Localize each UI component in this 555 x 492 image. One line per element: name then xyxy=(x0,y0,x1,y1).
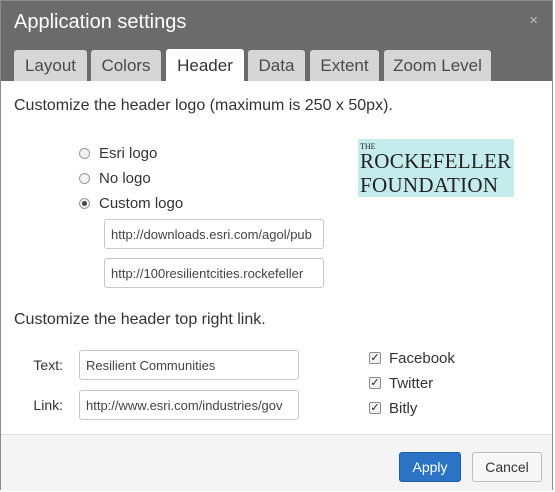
radio-button[interactable] xyxy=(79,197,90,209)
tab-layout[interactable]: Layout xyxy=(14,50,87,81)
cancel-button[interactable]: Cancel xyxy=(472,452,542,482)
logo-link-input[interactable] xyxy=(104,258,324,288)
dialog-footer: Apply Cancel xyxy=(1,434,552,491)
radio-button[interactable] xyxy=(79,172,90,184)
logo-url-input[interactable] xyxy=(104,219,324,249)
radio-no-logo[interactable]: No logo xyxy=(79,168,151,188)
tab-zoom-level[interactable]: Zoom Level xyxy=(384,50,491,81)
tab-colors[interactable]: Colors xyxy=(91,50,161,81)
checkbox-label: Twitter xyxy=(389,374,434,392)
radio-label: Custom logo xyxy=(99,194,184,212)
radio-label: Esri logo xyxy=(99,144,158,162)
dialog-titlebar: Application settings × Layout Colors Hea… xyxy=(1,1,552,82)
radio-esri-logo[interactable]: Esri logo xyxy=(79,143,157,163)
checkbox-facebook[interactable]: ✓ Facebook xyxy=(369,348,455,368)
tab-header[interactable]: Header xyxy=(166,49,244,82)
radio-button[interactable] xyxy=(79,147,90,159)
link-text-input[interactable] xyxy=(79,350,299,380)
logo-preview-line1: ROCKEFELLER xyxy=(360,149,512,173)
checkbox-label: Bitly xyxy=(389,399,418,417)
logo-preview: THE ROCKEFELLER FOUNDATION xyxy=(358,139,514,197)
tab-data[interactable]: Data xyxy=(248,50,305,81)
radio-label: No logo xyxy=(99,169,151,187)
tab-extent[interactable]: Extent xyxy=(310,50,379,81)
checkbox-label: Facebook xyxy=(389,349,455,367)
close-icon[interactable]: × xyxy=(529,12,538,29)
checkmark-icon[interactable]: ✓ xyxy=(369,352,381,364)
logo-preview-line2: FOUNDATION xyxy=(360,173,499,197)
checkbox-bitly[interactable]: ✓ Bitly xyxy=(369,398,417,418)
application-settings-dialog: Application settings × Layout Colors Hea… xyxy=(0,0,553,491)
top-right-link-heading: Customize the header top right link. xyxy=(14,311,266,328)
link-url-input[interactable] xyxy=(79,390,299,420)
link-field-label: Link: xyxy=(33,397,63,413)
dialog-title: Application settings xyxy=(14,11,187,33)
checkmark-icon[interactable]: ✓ xyxy=(369,402,381,414)
radio-custom-logo[interactable]: Custom logo xyxy=(79,193,183,213)
checkmark-icon[interactable]: ✓ xyxy=(369,377,381,389)
checkbox-twitter[interactable]: ✓ Twitter xyxy=(369,373,433,393)
header-logo-heading: Customize the header logo (maximum is 25… xyxy=(14,97,393,114)
apply-button[interactable]: Apply xyxy=(399,452,461,482)
text-field-label: Text: xyxy=(33,357,63,373)
